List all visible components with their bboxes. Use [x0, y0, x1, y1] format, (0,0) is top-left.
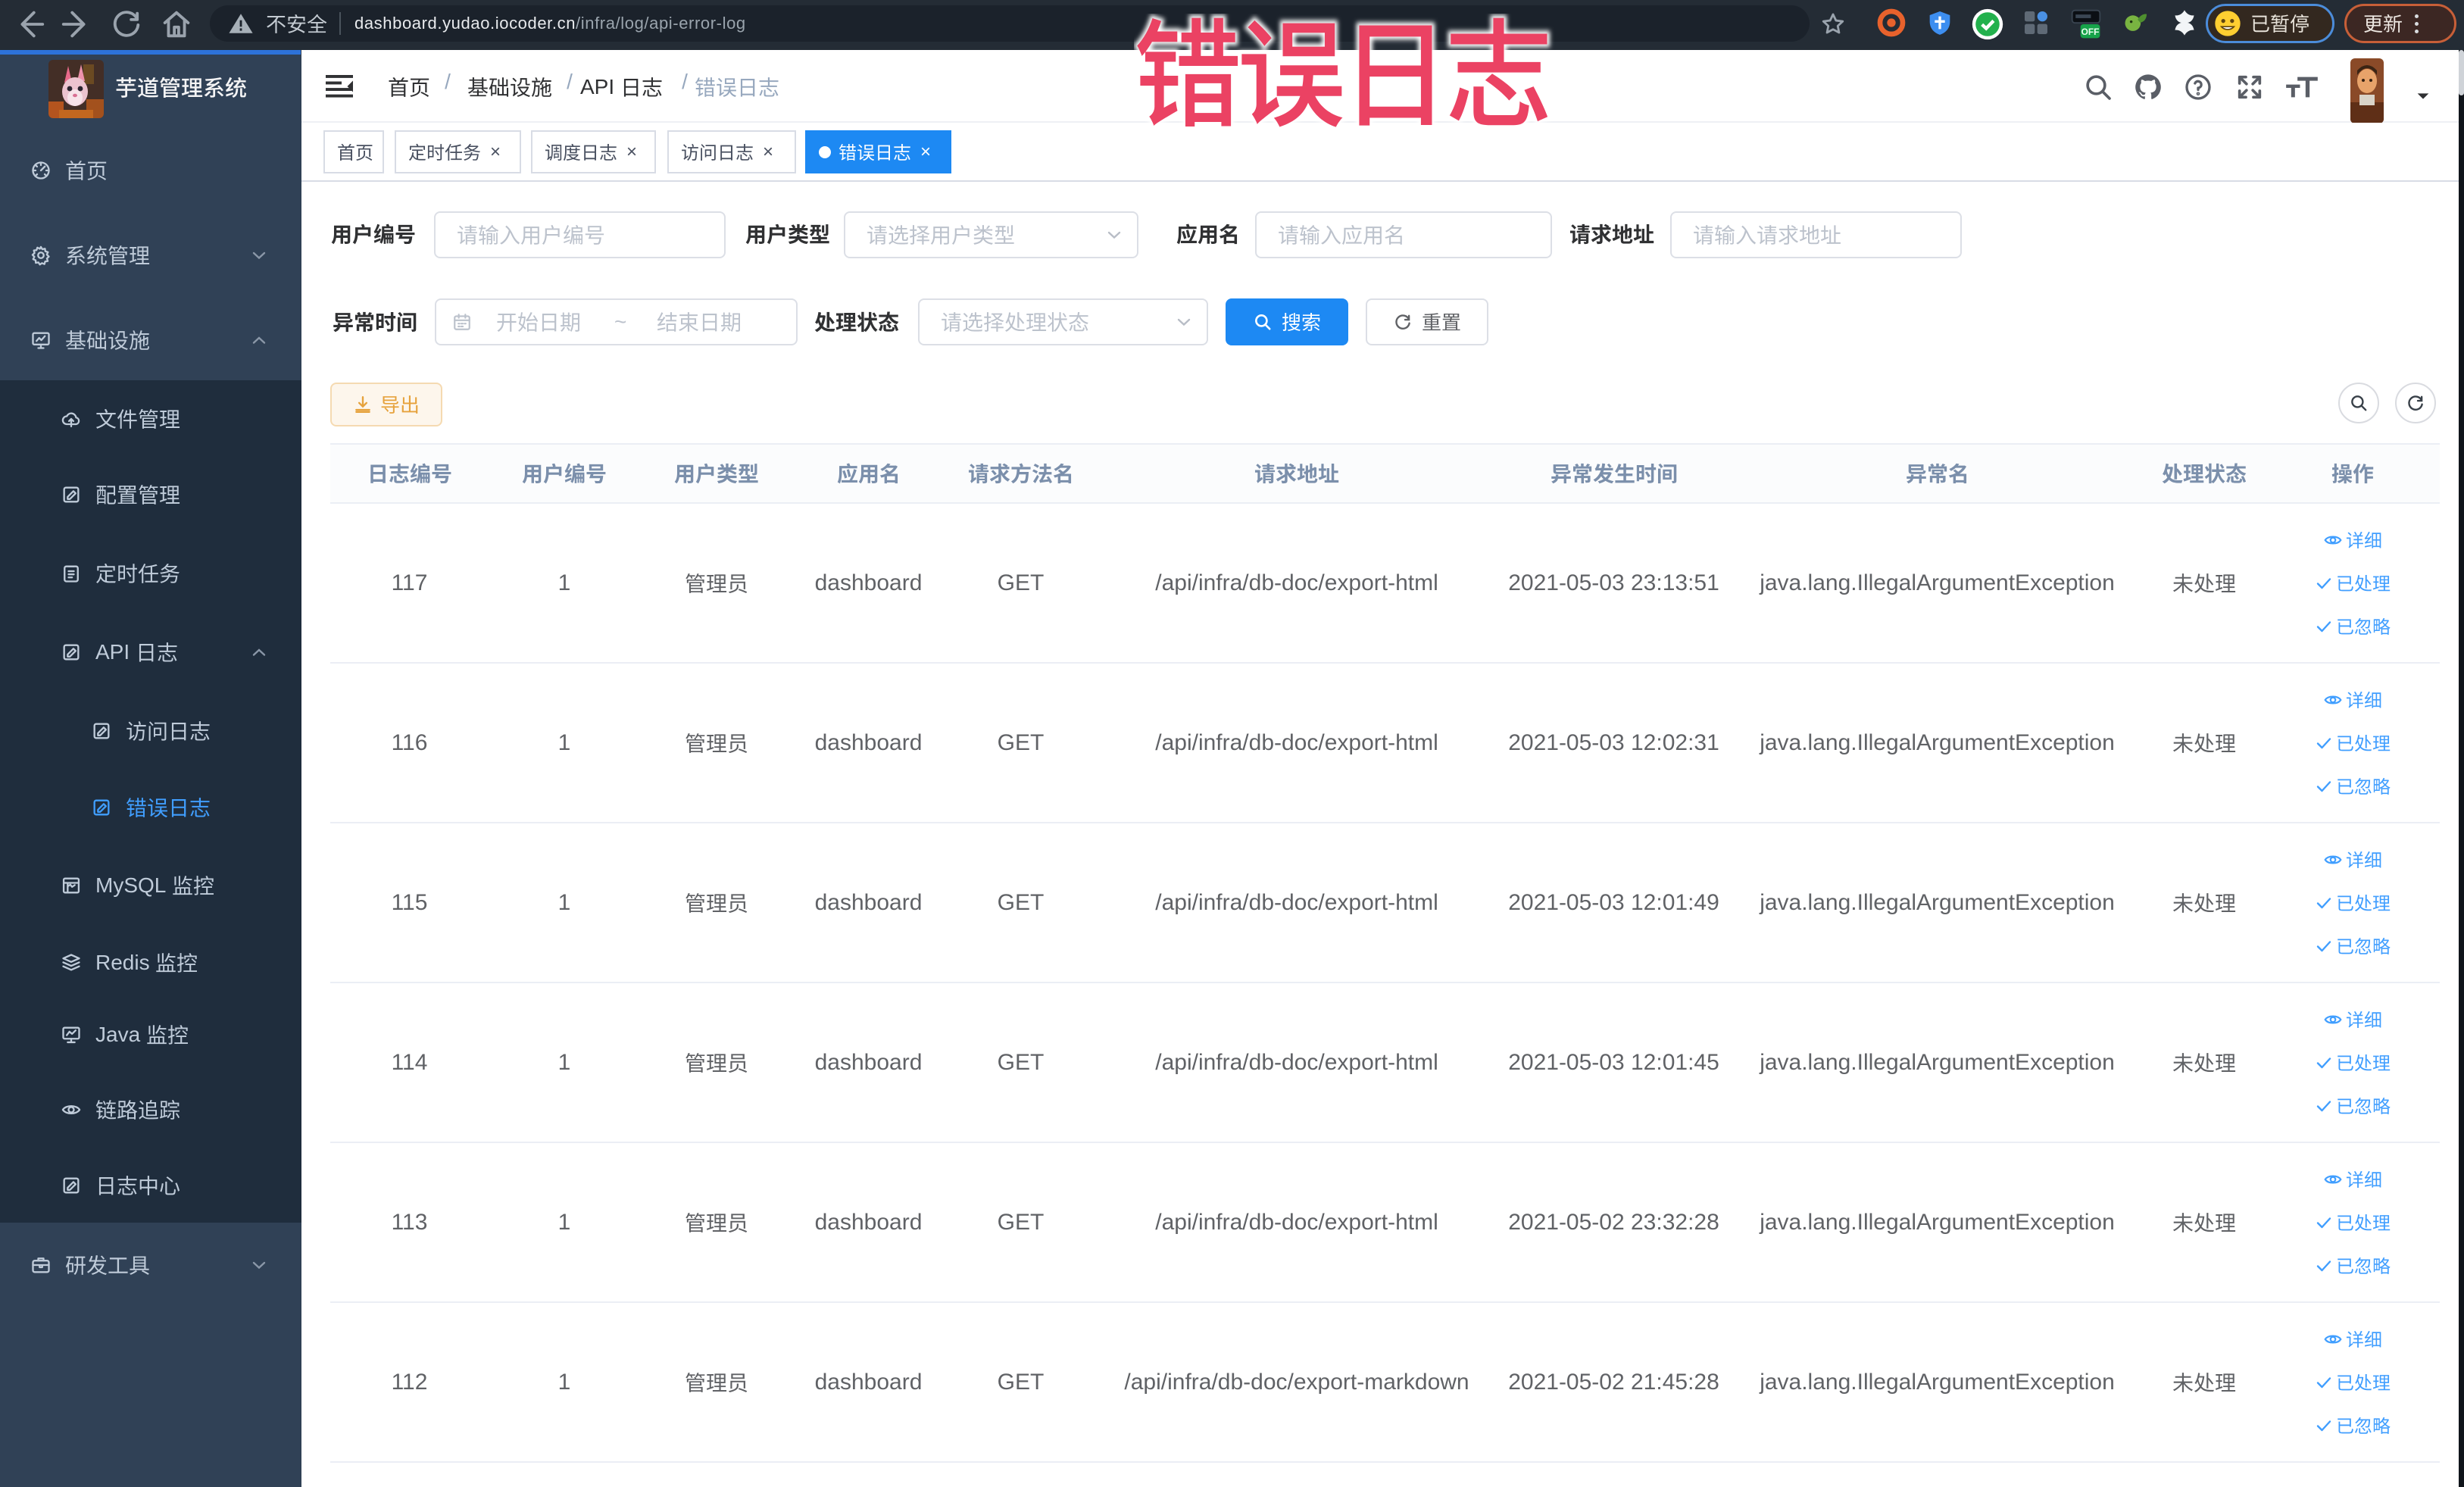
svg-text:OFF: OFF	[2081, 27, 2100, 37]
